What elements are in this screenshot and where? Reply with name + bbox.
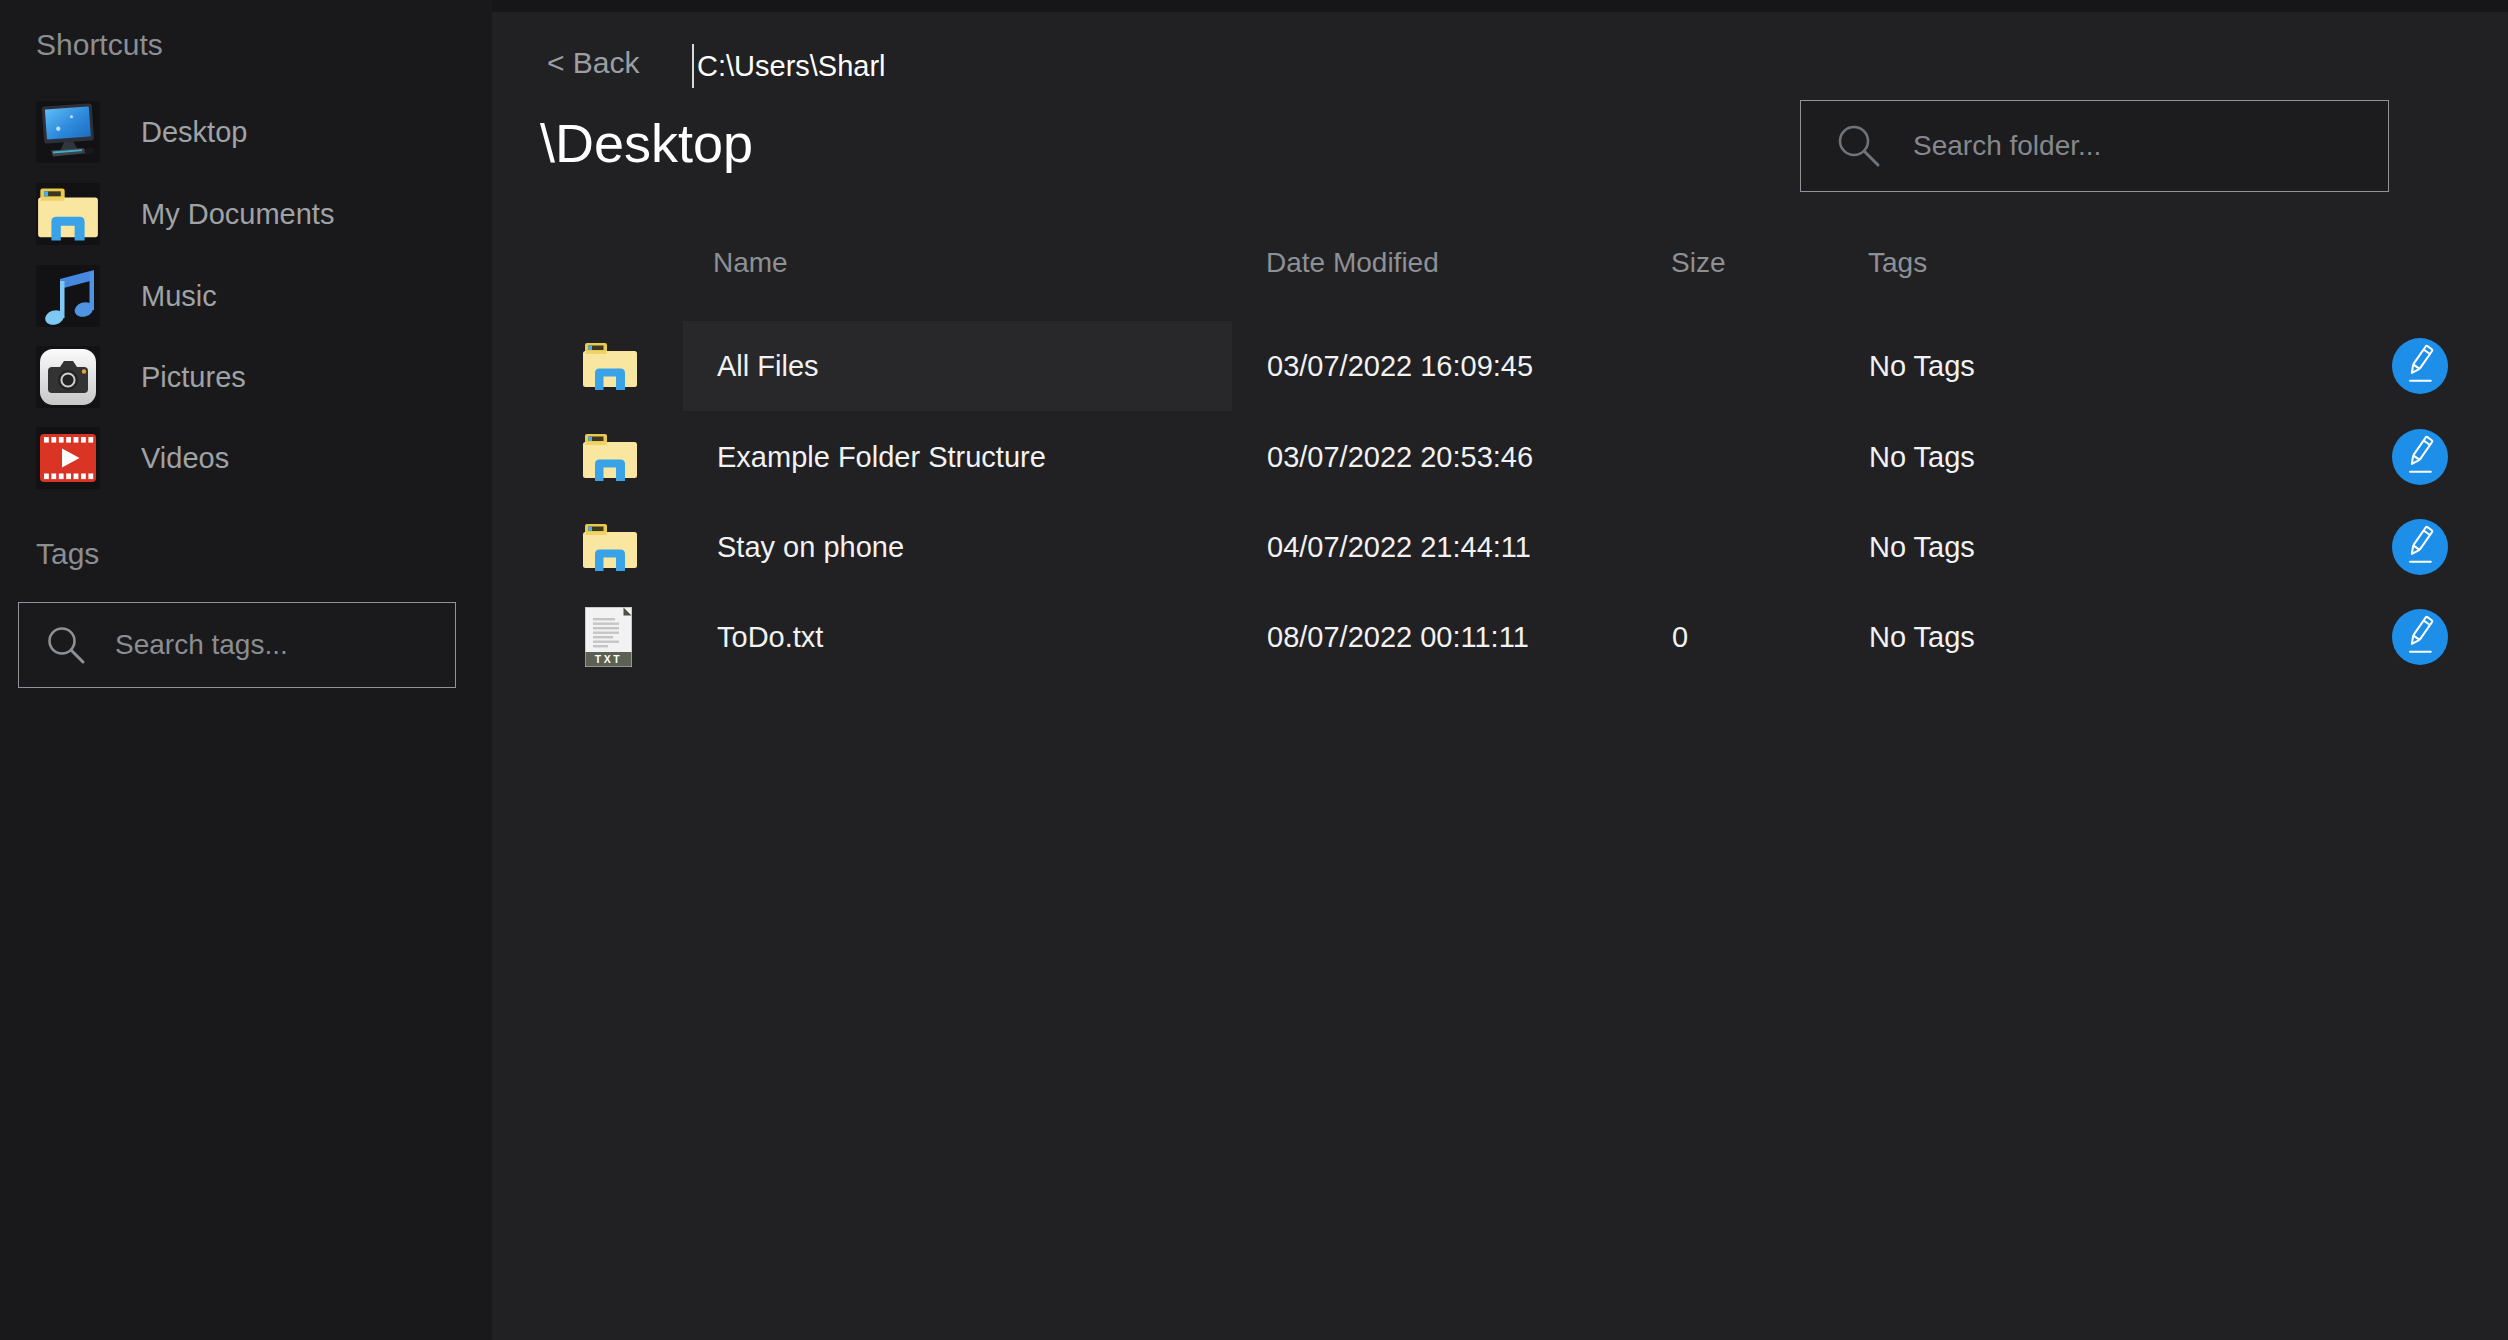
header-tags[interactable]: Tags [1868,248,1927,278]
file-date-modified: 04/07/2022 21:44:11 [1267,502,1531,592]
file-size: 0 [1672,592,1688,682]
txt-file-icon: TXT [585,607,632,667]
folder-icon [582,523,638,571]
back-button[interactable]: < Back [547,46,640,80]
file-date-modified: 08/07/2022 00:11:11 [1267,592,1529,682]
table-row[interactable]: Stay on phone 04/07/2022 21:44:11 No Tag… [0,502,2508,592]
file-name[interactable]: All Files [717,321,819,411]
file-tags: No Tags [1869,592,1975,682]
file-tags: No Tags [1869,502,1975,592]
folder-icon [582,342,638,390]
sidebar-item-my-documents[interactable]: My Documents [36,173,476,255]
header-size[interactable]: Size [1671,248,1725,278]
file-manager-window: Shortcuts Desktop My Documents Music Pic… [0,0,2508,1340]
edit-tags-button[interactable] [2392,519,2448,575]
table-row[interactable]: Example Folder Structure 03/07/2022 20:5… [0,412,2508,502]
file-date-modified: 03/07/2022 20:53:46 [1267,412,1533,502]
edit-tags-button[interactable] [2392,429,2448,485]
file-tags: No Tags [1869,412,1975,502]
table-row[interactable]: TXT ToDo.txt 08/07/2022 00:11:11 0 No Ta… [0,592,2508,682]
search-folder-placeholder: Search folder... [1913,130,2101,162]
table-row[interactable]: All Files 03/07/2022 16:09:45 No Tags [0,321,2508,411]
folder-icon [582,433,638,481]
sidebar-item-desktop[interactable]: Desktop [36,91,476,173]
file-name[interactable]: Example Folder Structure [717,412,1046,502]
file-tags: No Tags [1869,321,1975,411]
file-date-modified: 03/07/2022 16:09:45 [1267,321,1533,411]
path-value: C:\Users\Sharl [697,50,886,83]
edit-tags-button[interactable] [2392,609,2448,665]
edit-tags-button[interactable] [2392,338,2448,394]
folder-title: \Desktop [540,112,753,174]
search-icon [1833,120,1885,172]
music-icon [36,265,100,327]
documents-folder-icon [36,183,100,245]
path-input[interactable]: C:\Users\Sharl [692,42,886,90]
header-date-modified[interactable]: Date Modified [1266,248,1439,278]
desktop-icon [36,101,100,163]
header-name[interactable]: Name [713,248,788,278]
file-name[interactable]: ToDo.txt [717,592,823,682]
sidebar-item-label: My Documents [141,173,334,255]
file-name[interactable]: Stay on phone [717,502,904,592]
sidebar-item-label: Desktop [141,91,247,173]
svg-text:TXT: TXT [595,653,622,665]
shortcuts-heading: Shortcuts [36,28,163,62]
search-folder-input[interactable]: Search folder... [1800,100,2389,192]
text-caret [692,44,694,88]
